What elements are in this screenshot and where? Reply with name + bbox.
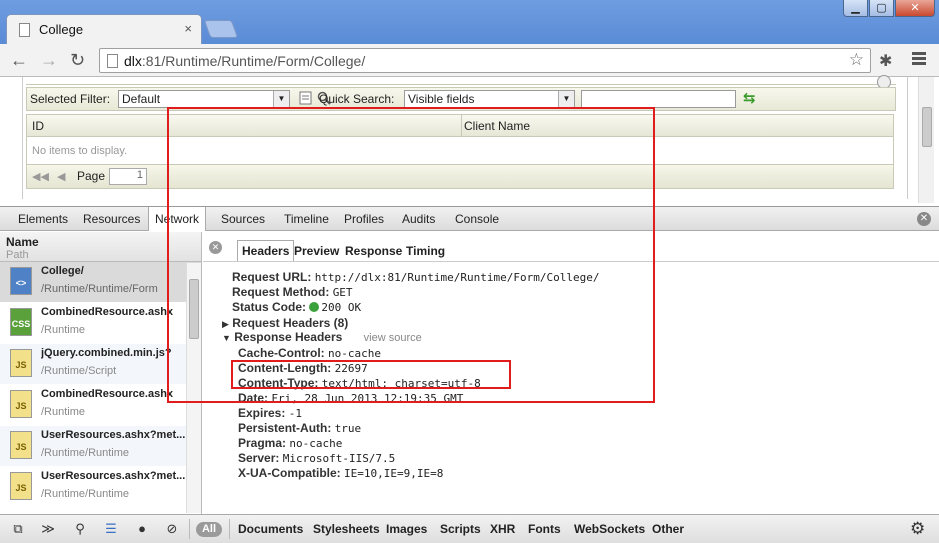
request-row[interactable]: JS UserResources.ashx?met... /Runtime/Runt…	[0, 426, 201, 467]
annotation-box-content-headers	[231, 360, 511, 389]
annotation-box-large	[167, 107, 655, 403]
request-name: CombinedResource.ashx	[41, 388, 174, 400]
filter-all-button[interactable]: All	[196, 522, 222, 537]
quick-search-input[interactable]	[581, 90, 736, 108]
tab-close-icon[interactable]: ×	[184, 21, 192, 36]
request-name: UserResources.ashx?met...	[41, 429, 186, 441]
quick-search-fields-dropdown[interactable]: Visible fields ▼	[404, 90, 575, 108]
quick-search-label: Quick Search:	[319, 92, 395, 106]
doc-file-icon: <>	[10, 267, 32, 295]
list-view-icon[interactable]: ☰	[103, 521, 119, 537]
tab-elements[interactable]: Elements	[18, 212, 68, 226]
request-path: /Runtime/Runtime	[41, 447, 130, 459]
filter-edit-icon[interactable]	[299, 91, 313, 105]
panel-top-edge	[26, 77, 896, 85]
filter-xhr[interactable]: XHR	[490, 522, 515, 536]
chevron-down-icon: ▼	[273, 91, 289, 107]
request-name: jQuery.combined.min.js?	[41, 347, 172, 359]
empty-message: No items to display.	[32, 145, 128, 157]
tab-resources[interactable]: Resources	[83, 212, 140, 226]
filter-other[interactable]: Other	[652, 522, 684, 536]
selected-filter-label: Selected Filter:	[30, 92, 111, 106]
request-name: UserResources.ashx?met...	[41, 470, 186, 482]
toolbar-separator	[189, 519, 190, 539]
request-row[interactable]: JS UserResources.ashx?met... /Runtime/Runt…	[0, 467, 201, 508]
selected-filter-dropdown[interactable]: Default ▼	[118, 90, 290, 108]
new-tab-button[interactable]	[203, 20, 239, 38]
response-header-row: Persistent-Auth: true	[238, 421, 362, 435]
extension-bug-icon[interactable]: ✱	[879, 51, 892, 71]
first-page-icon[interactable]: ◀◀	[32, 170, 49, 183]
page-scrollbar[interactable]	[918, 77, 934, 203]
minimize-button[interactable]: ▁	[843, 0, 868, 17]
request-path: /Runtime/Script	[41, 365, 117, 377]
close-window-button[interactable]: ✕	[895, 0, 935, 17]
response-header-row: X-UA-Compatible: IE=10,IE=9,IE=8	[238, 466, 444, 480]
close-devtools-icon[interactable]: ✕	[917, 212, 931, 226]
prev-page-icon[interactable]: ◀	[57, 170, 65, 183]
page-number-input[interactable]: 1	[109, 168, 147, 185]
reload-icon[interactable]: ↻	[70, 50, 85, 70]
window-titlebar: College × ▁ ▢ ✕	[0, 0, 939, 44]
css-file-icon: CSS	[10, 308, 32, 336]
filter-fonts[interactable]: Fonts	[528, 522, 561, 536]
maximize-button[interactable]: ▢	[869, 0, 894, 17]
column-header-id[interactable]: ID	[32, 119, 44, 133]
filter-scripts[interactable]: Scripts	[440, 522, 481, 536]
request-path: /Runtime	[41, 406, 86, 418]
request-path: /Runtime	[41, 324, 86, 336]
js-file-icon: JS	[10, 349, 32, 377]
devtools-bottom-bar: ⧉ ≫ ⚲ ☰ ● ⊘ All Documents Stylesheets Im…	[0, 514, 939, 543]
scrollbar-thumb[interactable]	[922, 107, 932, 147]
response-header-row: Pragma: no-cache	[238, 436, 343, 450]
request-name: CombinedResource.ashx	[41, 306, 174, 318]
window-controls: ▁ ▢ ✕	[843, 0, 935, 17]
filter-stylesheets[interactable]: Stylesheets	[313, 522, 380, 536]
filter-documents[interactable]: Documents	[238, 522, 303, 536]
request-path: /Runtime/Runtime/Form	[41, 283, 158, 295]
browser-tab-college[interactable]: College ×	[6, 14, 202, 44]
filter-images[interactable]: Images	[386, 522, 427, 536]
url-text: dlx:81/Runtime/Runtime/Form/College/	[124, 53, 366, 69]
response-header-row: Expires: -1	[238, 406, 302, 420]
refresh-icon[interactable]: ⇆	[743, 89, 756, 107]
tab-title: College	[39, 22, 84, 37]
gear-icon[interactable]: ⚙	[910, 519, 925, 539]
js-file-icon: JS	[10, 431, 32, 459]
clear-icon[interactable]: ⊘	[164, 521, 180, 537]
filter-websockets[interactable]: WebSockets	[574, 522, 645, 536]
dock-toggle-icon[interactable]: ⧉	[10, 521, 26, 537]
forward-arrow-icon[interactable]: →	[40, 50, 58, 70]
address-bar[interactable]: dlx:81/Runtime/Runtime/Form/College/ ☆	[99, 48, 871, 73]
js-file-icon: JS	[10, 390, 32, 418]
record-icon[interactable]: ●	[134, 521, 150, 537]
search-icon[interactable]: ⚲	[72, 521, 88, 537]
response-header-row: Server: Microsoft-IIS/7.5	[238, 451, 396, 465]
browser-toolbar: ← → ↻ dlx:81/Runtime/Runtime/Form/Colleg…	[0, 44, 939, 77]
chevron-down-icon: ▼	[558, 91, 574, 107]
console-drawer-icon[interactable]: ≫	[40, 521, 56, 537]
js-file-icon: JS	[10, 472, 32, 500]
back-arrow-icon[interactable]: ←	[10, 50, 28, 70]
request-name: College/	[41, 265, 84, 277]
page-icon	[107, 54, 118, 68]
request-path: /Runtime/Runtime	[41, 488, 130, 500]
page-icon	[19, 23, 30, 37]
chrome-menu-icon[interactable]	[912, 52, 926, 67]
toolbar-separator	[229, 519, 230, 539]
bookmark-star-icon[interactable]: ☆	[849, 50, 864, 70]
page-label: Page	[77, 169, 106, 183]
